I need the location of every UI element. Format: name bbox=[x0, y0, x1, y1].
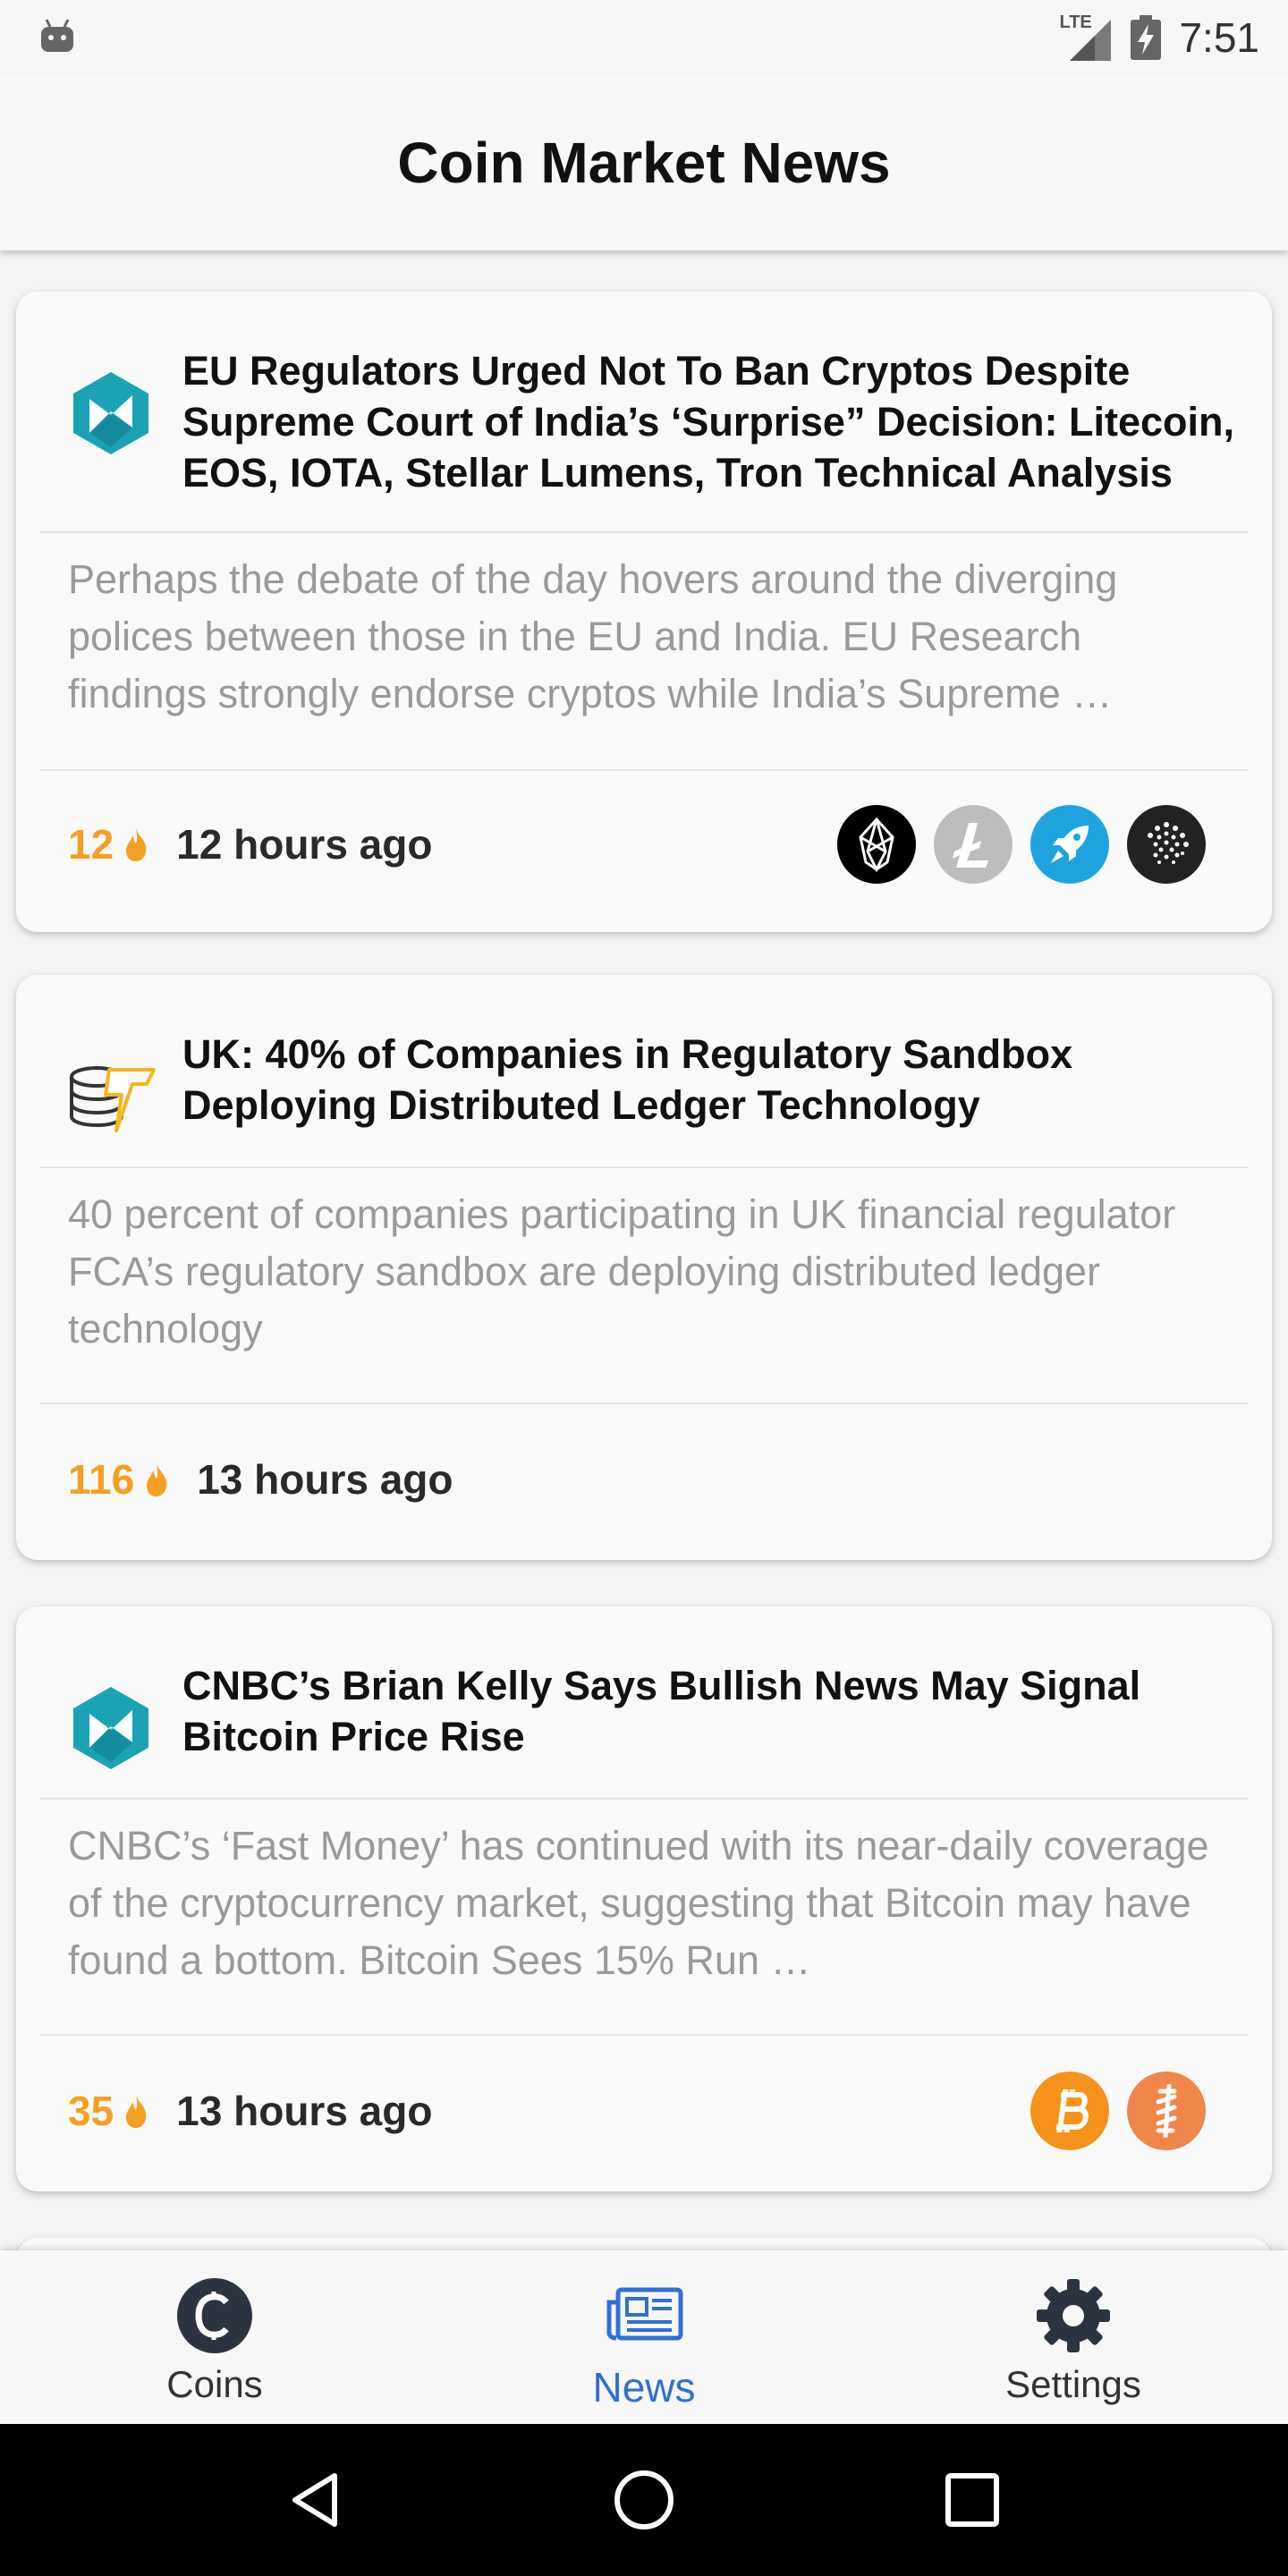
hot-count: 12 bbox=[68, 821, 114, 868]
divider bbox=[39, 2034, 1249, 2036]
bottom-navigation: Coins News Settings bbox=[0, 2250, 1288, 2424]
nav-label: Coins bbox=[166, 2363, 263, 2405]
battery-charging-icon bbox=[1131, 15, 1162, 60]
app-bar: Coin Market News bbox=[0, 75, 1288, 250]
nav-label: News bbox=[592, 2364, 696, 2411]
recents-square-icon bbox=[945, 2473, 999, 2527]
article-headline[interactable]: UK: 40% of Companies in Regulatory Sandb… bbox=[182, 1029, 1245, 1131]
signal-icon: LTE bbox=[1059, 13, 1113, 63]
flame-icon bbox=[147, 1463, 167, 1496]
nav-coins[interactable]: Coins bbox=[0, 2250, 429, 2424]
article-summary[interactable]: Perhaps the debate of the day hovers aro… bbox=[68, 551, 1227, 723]
eos-icon[interactable] bbox=[837, 805, 916, 884]
page-title: Coin Market News bbox=[397, 131, 891, 195]
android-debug-icon bbox=[41, 19, 73, 52]
back-button[interactable] bbox=[280, 2464, 352, 2536]
litecoin-icon[interactable] bbox=[934, 805, 1013, 884]
divider bbox=[39, 531, 1249, 533]
divider bbox=[39, 1402, 1249, 1404]
coin-tags bbox=[1030, 2072, 1206, 2150]
news-card[interactable]: CNBC’s Brian Kelly Says Bullish News May… bbox=[16, 1606, 1272, 2191]
news-card[interactable]: EU Regulators Urged Not To Ban Cryptos D… bbox=[16, 292, 1272, 932]
divider bbox=[39, 1166, 1249, 1168]
status-time: 7:51 bbox=[1179, 14, 1259, 61]
article-summary[interactable]: 40 percent of companies participating in… bbox=[68, 1186, 1227, 1358]
stellar-rocket-icon[interactable] bbox=[1030, 805, 1109, 884]
gear-icon bbox=[1037, 2279, 1110, 2352]
news-feed[interactable]: EU Regulators Urged Not To Ban Cryptos D… bbox=[0, 250, 1288, 2250]
coinspeaker-logo-icon bbox=[70, 1066, 156, 1132]
newspaper-icon bbox=[606, 2287, 683, 2341]
time-ago: 13 hours ago bbox=[197, 1456, 453, 1503]
article-footer: 12 12 hours ago bbox=[68, 800, 1206, 889]
time-ago: 13 hours ago bbox=[176, 2088, 433, 2134]
home-circle-icon bbox=[614, 2470, 674, 2529]
hot-count: 35 bbox=[68, 2088, 114, 2134]
nav-news[interactable]: News bbox=[429, 2250, 859, 2424]
flame-icon bbox=[126, 2095, 147, 2128]
article-footer: 116 13 hours ago bbox=[68, 1435, 1206, 1524]
divider bbox=[39, 1798, 1249, 1800]
home-button[interactable] bbox=[608, 2464, 680, 2536]
article-summary[interactable]: CNBC’s ‘Fast Money’ has continued with i… bbox=[68, 1818, 1227, 1989]
divider bbox=[39, 769, 1249, 771]
news-card[interactable] bbox=[16, 2238, 1272, 2250]
status-bar: LTE 7:51 bbox=[0, 0, 1288, 75]
back-triangle-icon bbox=[292, 2473, 338, 2527]
bitcoin-icon[interactable] bbox=[1030, 2072, 1109, 2150]
nav-settings[interactable]: Settings bbox=[859, 2250, 1288, 2424]
article-headline[interactable]: CNBC’s Brian Kelly Says Bullish News May… bbox=[182, 1660, 1245, 1762]
time-ago: 12 hours ago bbox=[176, 821, 433, 868]
iota-icon[interactable] bbox=[1127, 805, 1206, 884]
bitcoin-cash-icon[interactable] bbox=[1127, 2072, 1206, 2150]
nav-label: Settings bbox=[1005, 2363, 1141, 2405]
system-navigation-bar bbox=[0, 2424, 1288, 2576]
recents-button[interactable] bbox=[936, 2464, 1008, 2536]
coin-icon bbox=[177, 2278, 252, 2353]
article-footer: 35 13 hours ago bbox=[68, 2066, 1206, 2156]
article-headline[interactable]: EU Regulators Urged Not To Ban Cryptos D… bbox=[182, 345, 1245, 498]
hot-count: 116 bbox=[68, 1456, 135, 1503]
coin-tags bbox=[837, 805, 1206, 884]
newsbtc-logo-icon bbox=[73, 372, 148, 454]
news-card[interactable]: UK: 40% of Companies in Regulatory Sandb… bbox=[16, 975, 1272, 1560]
flame-icon bbox=[126, 828, 147, 861]
newsbtc-logo-icon bbox=[73, 1687, 148, 1769]
